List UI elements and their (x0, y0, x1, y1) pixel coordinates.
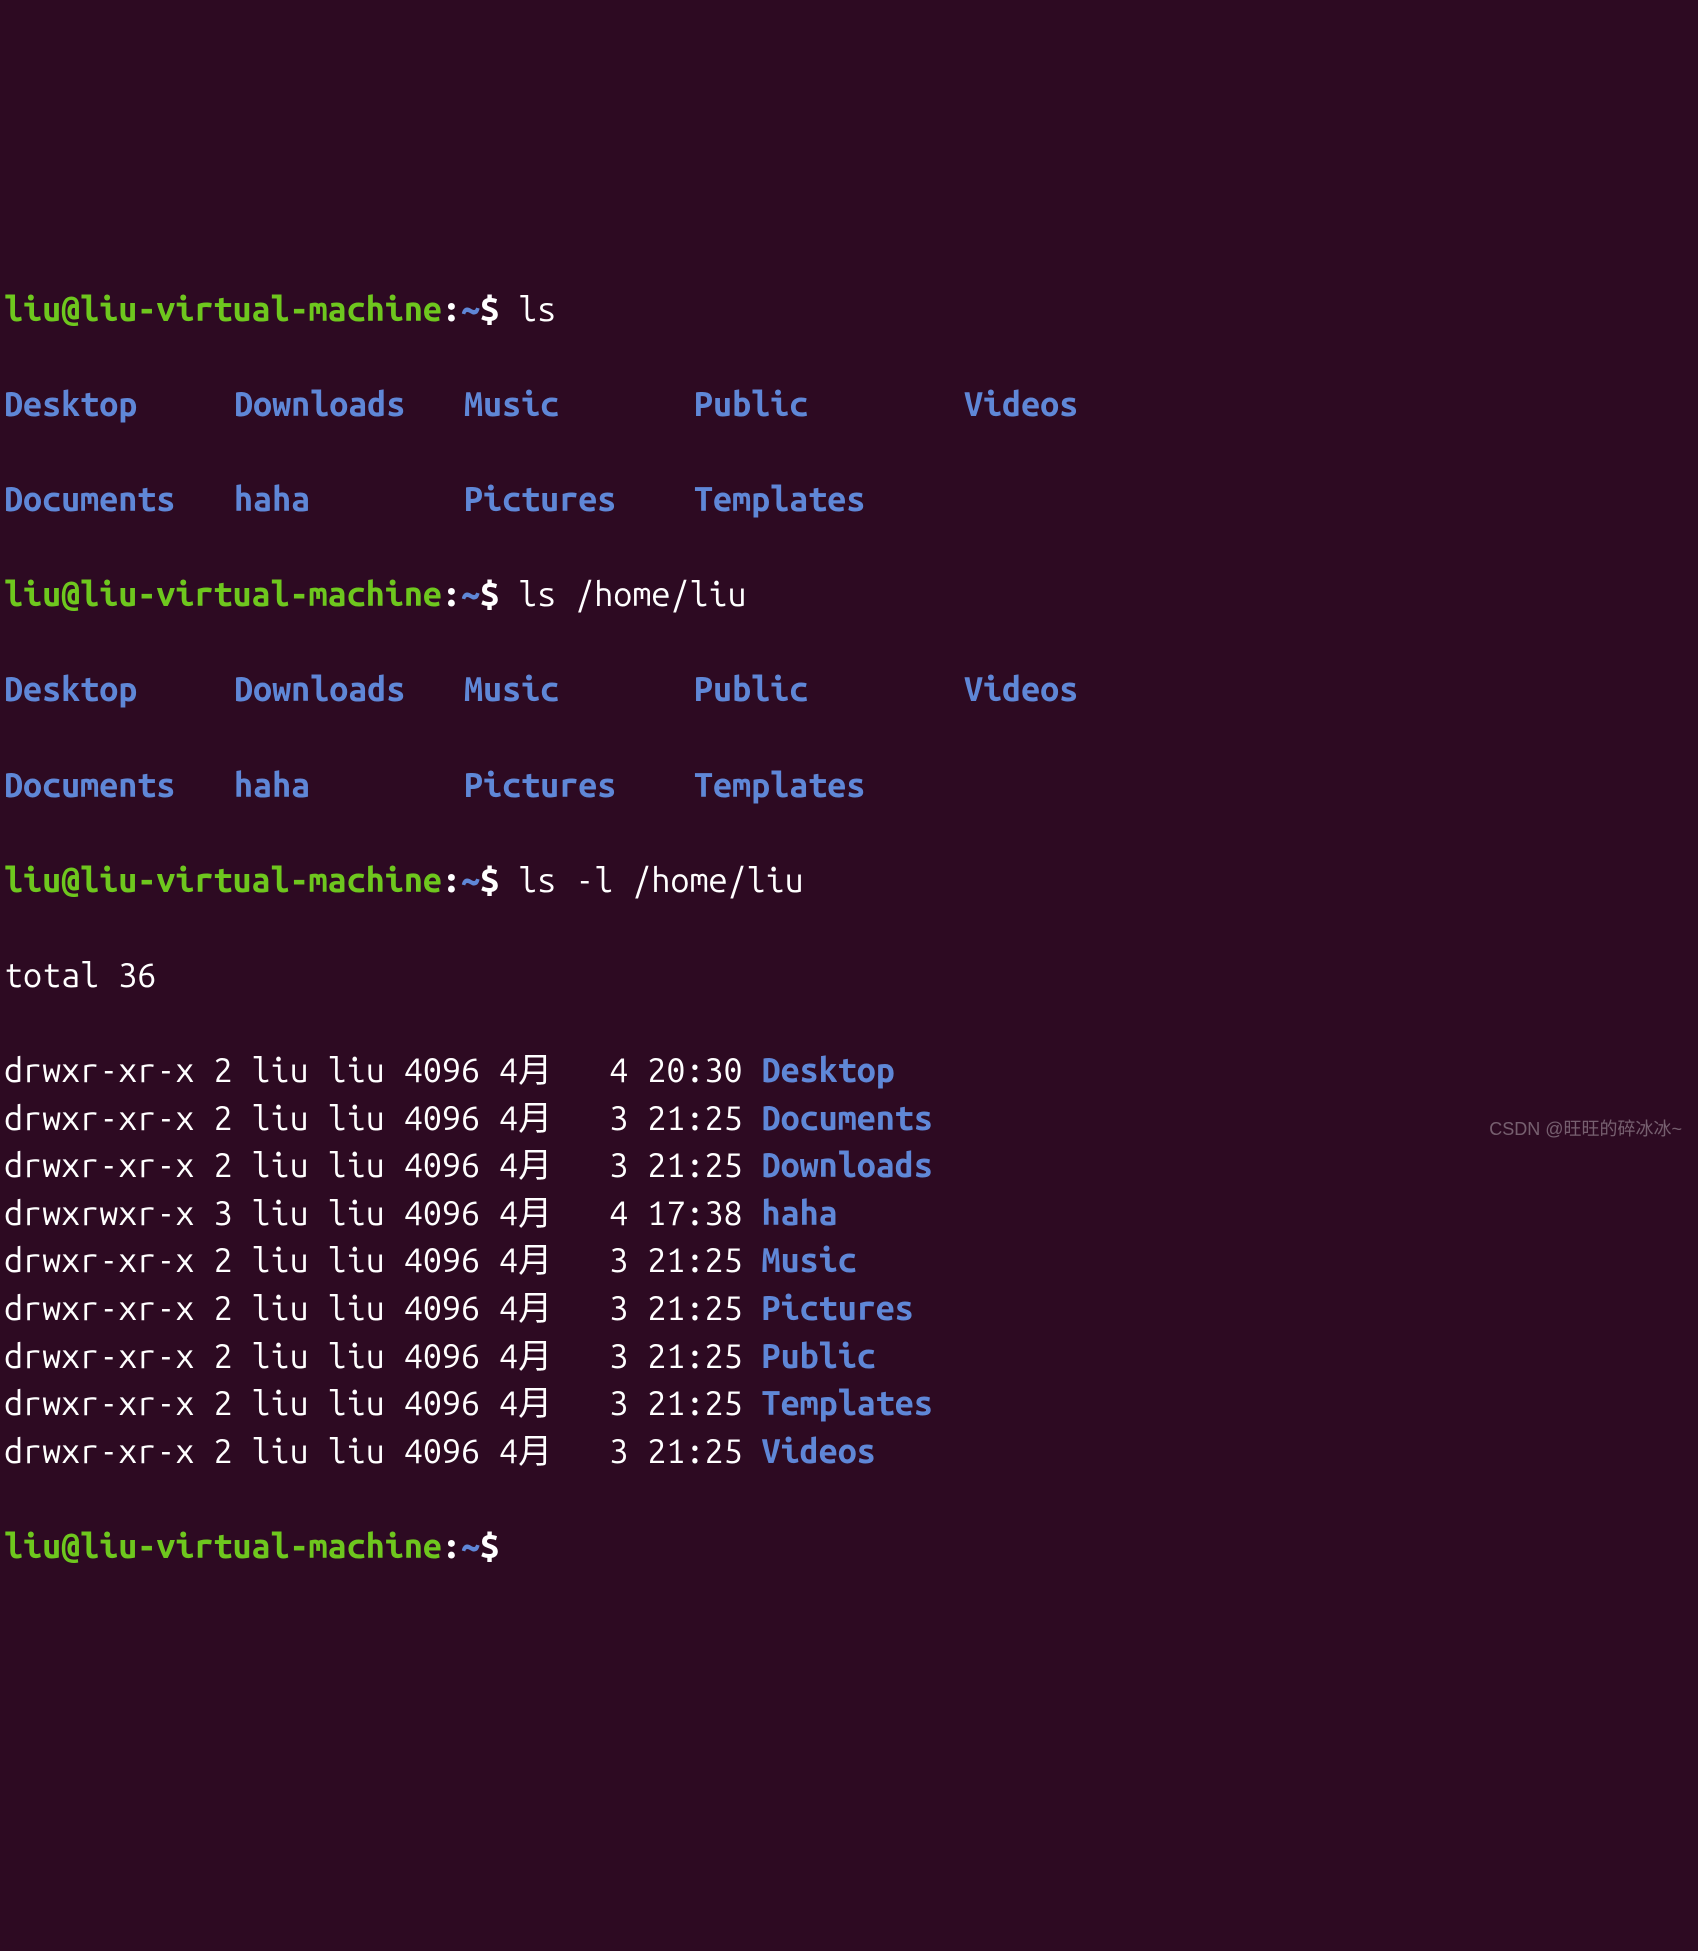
dir-entry: Desktop (4, 666, 234, 714)
prompt-colon: : (442, 290, 461, 328)
dir-entry: Public (762, 1333, 876, 1381)
dir-entry: Music (464, 666, 694, 714)
dir-entry: Videos (762, 1428, 876, 1476)
ls-l-meta: drwxr-xr-x 2 liu liu 4096 4月 3 21:25 (4, 1337, 762, 1375)
dir-entry: Desktop (4, 381, 234, 429)
prompt-line-4: liu@liu-virtual-machine:~$ (4, 1523, 1694, 1571)
prompt-path: ~ (461, 575, 480, 613)
prompt-user: liu@liu-virtual-machine (4, 575, 442, 613)
ls-output-row: DocumentshahaPicturesTemplates (4, 762, 1694, 810)
dir-entry: Downloads (234, 381, 464, 429)
dir-entry: Templates (694, 762, 964, 810)
prompt-symbol: $ (480, 861, 499, 899)
prompt-line-2: liu@liu-virtual-machine:~$ ls /home/liu (4, 571, 1694, 619)
command-text: ls /home/liu (518, 575, 746, 613)
prompt-line-3: liu@liu-virtual-machine:~$ ls -l /home/l… (4, 857, 1694, 905)
dir-entry: Pictures (762, 1285, 914, 1333)
ls-l-meta: drwxr-xr-x 2 liu liu 4096 4月 3 21:25 (4, 1099, 762, 1137)
ls-l-meta: drwxrwxr-x 3 liu liu 4096 4月 4 17:38 (4, 1194, 762, 1232)
dir-entry: Documents (762, 1095, 933, 1143)
prompt-symbol: $ (480, 1527, 499, 1565)
ls-l-meta: drwxr-xr-x 2 liu liu 4096 4月 3 21:25 (4, 1432, 762, 1470)
command-text: ls (518, 290, 556, 328)
ls-output-row: DesktopDownloadsMusicPublicVideos (4, 666, 1694, 714)
ls-l-meta: drwxr-xr-x 2 liu liu 4096 4月 3 21:25 (4, 1241, 762, 1279)
prompt-line-1: liu@liu-virtual-machine:~$ ls (4, 286, 1694, 334)
ls-l-row: drwxr-xr-x 2 liu liu 4096 4月 3 21:25 Pub… (4, 1333, 1694, 1381)
dir-entry: Documents (4, 476, 234, 524)
dir-entry: haha (762, 1190, 838, 1238)
ls-l-output: drwxr-xr-x 2 liu liu 4096 4月 4 20:30 Des… (4, 1047, 1694, 1475)
dir-entry: Pictures (464, 476, 694, 524)
ls-l-total: total 36 (4, 952, 1694, 1000)
prompt-colon: : (442, 1527, 461, 1565)
dir-entry: Templates (694, 476, 964, 524)
ls-output-row: DesktopDownloadsMusicPublicVideos (4, 381, 1694, 429)
prompt-path: ~ (461, 861, 480, 899)
dir-entry: Public (694, 381, 964, 429)
dir-entry: haha (234, 762, 464, 810)
prompt-colon: : (442, 575, 461, 613)
dir-entry: Desktop (762, 1047, 895, 1095)
terminal[interactable]: liu@liu-virtual-machine:~$ ls DesktopDow… (0, 238, 1698, 1618)
ls-l-row: drwxr-xr-x 2 liu liu 4096 4月 4 20:30 Des… (4, 1047, 1694, 1095)
ls-l-meta: drwxr-xr-x 2 liu liu 4096 4月 3 21:25 (4, 1289, 762, 1327)
prompt-path: ~ (461, 290, 480, 328)
ls-l-row: drwxr-xr-x 2 liu liu 4096 4月 3 21:25 Mus… (4, 1237, 1694, 1285)
dir-entry: Music (464, 381, 694, 429)
prompt-symbol: $ (480, 290, 499, 328)
prompt-user: liu@liu-virtual-machine (4, 290, 442, 328)
dir-entry: Templates (762, 1380, 933, 1428)
ls-l-row: drwxr-xr-x 2 liu liu 4096 4月 3 21:25 Doc… (4, 1095, 1694, 1143)
prompt-colon: : (442, 861, 461, 899)
prompt-user: liu@liu-virtual-machine (4, 861, 442, 899)
ls-l-row: drwxr-xr-x 2 liu liu 4096 4月 3 21:25 Tem… (4, 1380, 1694, 1428)
dir-entry: Videos (964, 666, 1078, 714)
dir-entry: Downloads (762, 1142, 933, 1190)
prompt-path: ~ (461, 1527, 480, 1565)
ls-l-meta: drwxr-xr-x 2 liu liu 4096 4月 3 21:25 (4, 1146, 762, 1184)
ls-l-row: drwxrwxr-x 3 liu liu 4096 4月 4 17:38 hah… (4, 1190, 1694, 1238)
dir-entry: Downloads (234, 666, 464, 714)
ls-l-row: drwxr-xr-x 2 liu liu 4096 4月 3 21:25 Dow… (4, 1142, 1694, 1190)
dir-entry: Documents (4, 762, 234, 810)
prompt-user: liu@liu-virtual-machine (4, 1527, 442, 1565)
command-text: ls -l /home/liu (518, 861, 804, 899)
dir-entry: Music (762, 1237, 857, 1285)
prompt-symbol: $ (480, 575, 499, 613)
watermark: CSDN @旺旺的碎冰冰~ (1489, 1117, 1682, 1142)
ls-l-meta: drwxr-xr-x 2 liu liu 4096 4月 4 20:30 (4, 1051, 762, 1089)
ls-output-row: DocumentshahaPicturesTemplates (4, 476, 1694, 524)
dir-entry: Pictures (464, 762, 694, 810)
ls-l-row: drwxr-xr-x 2 liu liu 4096 4月 3 21:25 Vid… (4, 1428, 1694, 1476)
dir-entry: Public (694, 666, 964, 714)
dir-entry: haha (234, 476, 464, 524)
dir-entry: Videos (964, 381, 1078, 429)
ls-l-row: drwxr-xr-x 2 liu liu 4096 4月 3 21:25 Pic… (4, 1285, 1694, 1333)
ls-l-meta: drwxr-xr-x 2 liu liu 4096 4月 3 21:25 (4, 1384, 762, 1422)
